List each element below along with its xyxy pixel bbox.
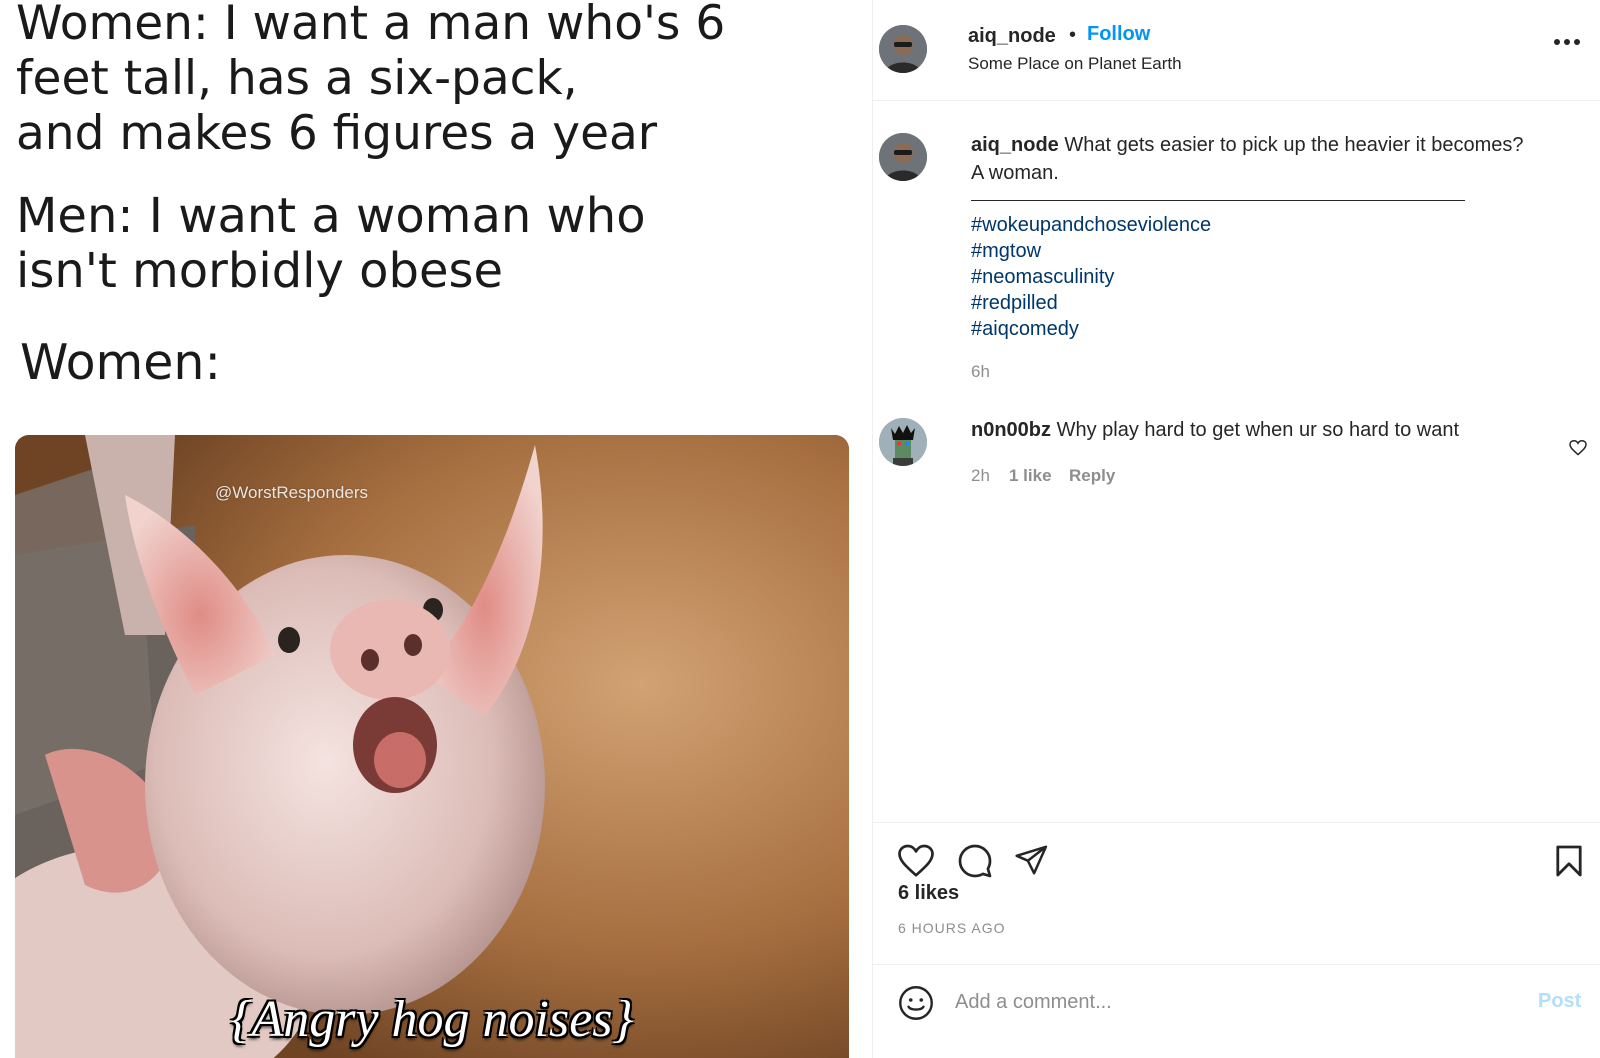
post-timestamp: 6 HOURS AGO xyxy=(898,920,1006,936)
comment-username[interactable]: n0n00bz xyxy=(971,419,1051,441)
post-details-panel: aiq_node • Follow Some Place on Planet E… xyxy=(872,0,1600,1058)
actions-divider xyxy=(873,822,1600,823)
reply-button[interactable]: Reply xyxy=(1069,466,1115,486)
hashtag-link[interactable]: #redpilled xyxy=(971,290,1211,316)
person-avatar-icon xyxy=(879,25,927,73)
header-divider xyxy=(873,100,1600,101)
post-caption: aiq_node What gets easier to pick up the… xyxy=(971,131,1571,187)
comment-time: 2h xyxy=(971,466,990,485)
caption-text: What gets easier to pick up the heavier … xyxy=(1064,134,1524,156)
caption-author-avatar[interactable] xyxy=(879,133,927,181)
heart-icon[interactable] xyxy=(898,844,934,878)
bookmark-icon[interactable] xyxy=(1555,844,1583,878)
hashtag-list: #wokeupandchoseviolence #mgtow #neomascu… xyxy=(971,212,1211,342)
commenter-avatar[interactable] xyxy=(879,418,927,466)
post-media[interactable]: Women: I want a man who's 6 feet tall, h… xyxy=(0,0,872,1058)
hashtag-link[interactable]: #aiqcomedy xyxy=(971,316,1211,342)
header-separator: • xyxy=(1069,24,1077,46)
comment-like-heart-icon[interactable] xyxy=(1569,440,1587,456)
pixel-avatar-icon xyxy=(879,418,927,466)
pig-photo: @WorstResponders {Angry hog noises} xyxy=(15,435,849,1058)
meme-caption: {Angry hog noises} xyxy=(230,991,634,1048)
comment-likes[interactable]: 1 like xyxy=(1009,466,1052,486)
paper-plane-icon[interactable] xyxy=(1015,844,1049,876)
caption-rule xyxy=(971,200,1465,201)
comment-text: Why play hard to get when ur so hard to … xyxy=(1056,419,1460,441)
meme-text-line-2: Men: I want a woman who isn't morbidly o… xyxy=(16,188,646,299)
hashtag-link[interactable]: #neomasculinity xyxy=(971,264,1211,290)
more-horizontal-icon[interactable] xyxy=(1553,38,1581,46)
hashtag-link[interactable]: #wokeupandchoseviolence xyxy=(971,212,1211,238)
meme-text-line-3: Women: xyxy=(20,334,222,391)
meme-text-line-1: Women: I want a man who's 6 feet tall, h… xyxy=(16,0,726,161)
caption-text-2: A woman. xyxy=(971,162,1059,184)
likes-count[interactable]: 6 likes xyxy=(898,882,959,905)
meme-watermark: @WorstResponders xyxy=(215,483,368,502)
comment-input[interactable] xyxy=(955,985,1515,1019)
smiley-icon[interactable] xyxy=(898,985,934,1021)
header-username[interactable]: aiq_node xyxy=(968,25,1056,48)
caption-time: 6h xyxy=(971,362,990,381)
caption-username[interactable]: aiq_node xyxy=(971,134,1059,156)
person-avatar-icon xyxy=(879,133,927,181)
comment-icon[interactable] xyxy=(957,843,993,879)
post-location[interactable]: Some Place on Planet Earth xyxy=(968,54,1182,74)
post-button[interactable]: Post xyxy=(1538,990,1581,1013)
pig-illustration xyxy=(15,435,849,1058)
hashtag-link[interactable]: #mgtow xyxy=(971,238,1211,264)
comment: n0n00bz Why play hard to get when ur so … xyxy=(971,416,1571,444)
author-avatar[interactable] xyxy=(879,25,927,73)
composer-divider xyxy=(873,964,1600,965)
follow-button[interactable]: Follow xyxy=(1087,23,1150,46)
